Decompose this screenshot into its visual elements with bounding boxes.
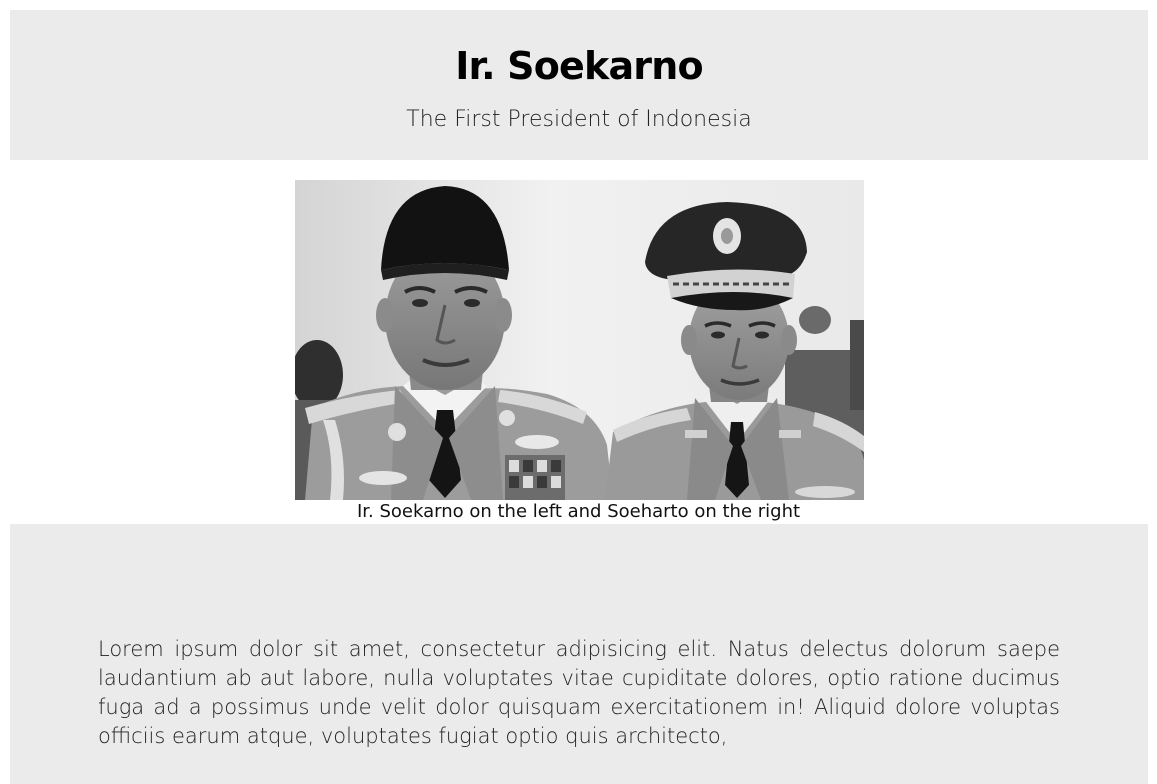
photo-illustration	[295, 180, 864, 500]
content-section: Lorem ipsum dolor sit amet, consectetur …	[10, 524, 1148, 784]
photo-caption: Ir. Soekarno on the left and Soeharto on…	[356, 501, 801, 522]
page-subtitle: The First President of Indonesia	[406, 107, 752, 132]
page-header: Ir. Soekarno The First President of Indo…	[10, 10, 1148, 160]
body-paragraph: Lorem ipsum dolor sit amet, consectetur …	[98, 637, 1060, 748]
page-title: Ir. Soekarno	[455, 44, 703, 88]
portrait-photo	[295, 180, 864, 500]
